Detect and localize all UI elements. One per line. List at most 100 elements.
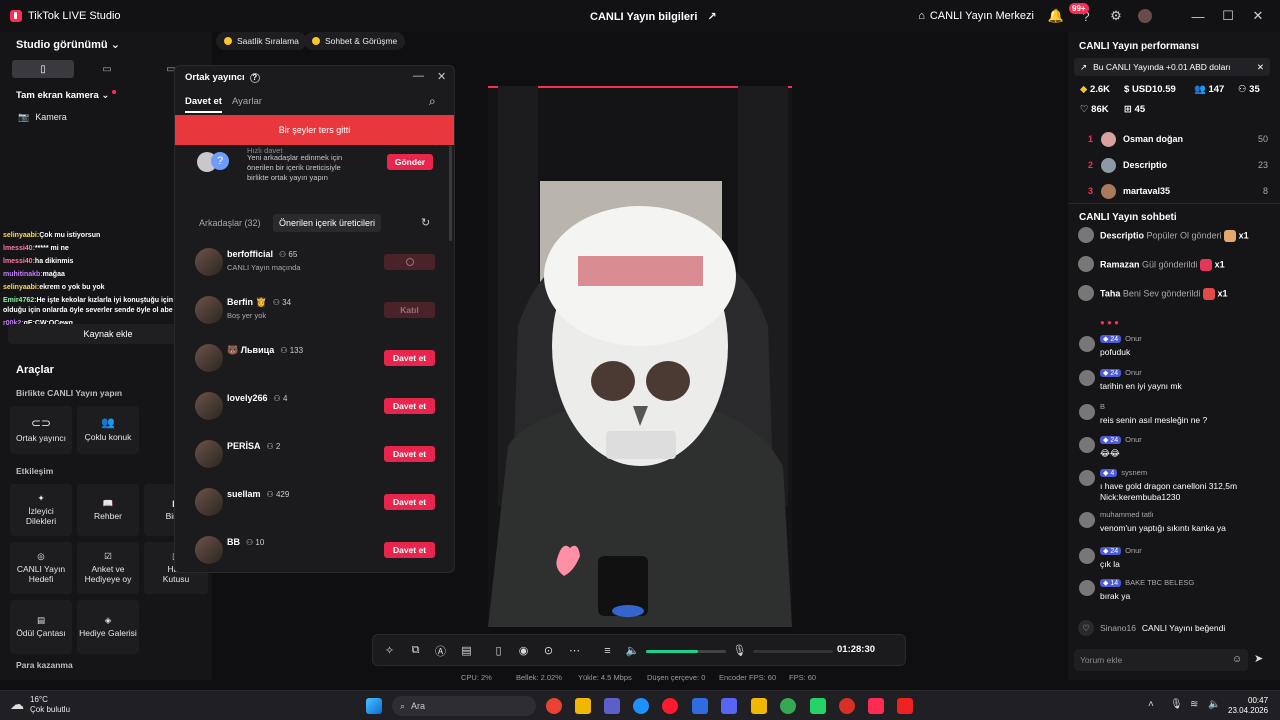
comment-user[interactable]: Onur [1125,546,1142,555]
live-goal-tool[interactable]: ◎ CANLI Yayın Hedefi [10,542,72,594]
youtube-icon[interactable] [897,698,913,714]
discord-icon[interactable] [721,698,737,714]
record-icon[interactable]: ◉ [517,644,530,657]
loading-button[interactable] [384,254,435,270]
chat-call-pill[interactable]: Sohbet & Görüşme [304,32,406,50]
tray-chevron-icon[interactable]: ˄ [1148,699,1154,710]
speaker-icon[interactable]: 🔈 [626,644,640,657]
search-icon[interactable]: ⌕ [429,94,436,109]
volume-tray-icon[interactable]: 🔈 [1208,699,1220,710]
comment-user[interactable]: BAKE TBC BELESG [1125,578,1194,587]
avatar[interactable] [1079,548,1095,564]
ai-icon[interactable]: Ⓐ [434,644,447,658]
edge-icon[interactable] [633,698,649,714]
creator-avatar[interactable] [195,344,223,372]
avatar[interactable] [1079,370,1095,386]
info-icon[interactable]: ? [249,72,260,83]
live-info-title[interactable]: CANLI Yayın bilgileri ↗ [590,10,717,24]
ranking-row[interactable]: 3 martaval35 8 [1082,184,1268,200]
tab-invite[interactable]: Davet et [185,96,222,113]
mic-tray-icon[interactable]: 🎙 [1170,699,1183,710]
transform-icon[interactable]: ⧉ [409,644,422,657]
poll-tool[interactable]: ☑ Anket ve Hediyeye oy [77,542,139,594]
gear-icon[interactable]: ⚙ [1108,8,1124,24]
close-icon[interactable]: ✕ [1250,8,1266,24]
camera-source[interactable]: 📷 Kamera [18,112,67,123]
avatar[interactable] [1079,580,1095,596]
creator-avatar[interactable] [195,440,223,468]
more-icon[interactable]: ⋯ [568,644,581,657]
mic-slider[interactable] [753,650,833,653]
chrome-icon[interactable] [546,698,562,714]
reward-bag-tool[interactable]: ▤ Ödül Çantası [10,600,72,654]
teams-icon[interactable] [604,698,620,714]
tab-settings[interactable]: Ayarlar [232,96,262,107]
weather-widget[interactable]: ☁ 16°C Çok bulutlu [10,695,70,714]
avatar[interactable] [1079,512,1095,528]
avatar[interactable] [1079,336,1095,352]
invite-button[interactable]: Davet et [384,398,435,414]
windows-start-icon[interactable] [366,698,382,714]
explorer-icon[interactable] [751,698,767,714]
landscape-layout-tab[interactable]: ▭ [76,60,138,78]
studio-view-dropdown[interactable]: Studio görünümü ⌄ [16,38,120,51]
scrollbar[interactable] [449,146,452,241]
phone-icon[interactable]: ▯ [492,644,505,657]
invite-button[interactable]: Davet et [384,446,435,462]
multi-guest-tool[interactable]: 👥 Çoklu konuk [77,406,139,454]
refresh-icon[interactable]: ↻ [421,216,430,229]
taskbar-search[interactable]: ⌕ Ara [392,696,536,716]
sliders-icon[interactable]: ≡ [601,644,614,657]
comment-user[interactable]: B [1100,402,1105,411]
opera-icon[interactable] [662,698,678,714]
creator-avatar[interactable] [195,248,223,276]
avatar[interactable] [1079,470,1095,486]
avatar[interactable] [1079,404,1095,420]
creator-avatar[interactable] [195,488,223,516]
app-icon[interactable] [839,698,855,714]
join-button[interactable]: Katıl [384,302,435,318]
portrait-layout-tab[interactable]: ▯ [12,60,74,78]
minimize-icon[interactable]: — [1190,8,1206,24]
comment-user[interactable]: Onur [1125,435,1142,444]
invite-button[interactable]: Davet et [384,542,435,558]
creator-avatar[interactable] [195,392,223,420]
send-icon[interactable]: ➤ [1254,652,1263,665]
send-button[interactable]: Gönder [387,154,433,170]
live-center-button[interactable]: ⌂ CANLI Yayın Merkezi [918,10,1034,22]
invite-button[interactable]: Davet et [384,494,435,510]
minimize-icon[interactable]: — [413,70,424,82]
avatar[interactable] [1079,437,1095,453]
gift-gallery-tool[interactable]: ◈ Hediye Galerisi [77,600,139,654]
close-icon[interactable]: ✕ [437,70,446,83]
camera-settings-icon[interactable]: ⊙ [542,644,555,657]
tiktok-studio-icon[interactable] [868,698,884,714]
close-icon[interactable]: ✕ [1257,62,1264,73]
bell-icon[interactable]: 🔔 [1048,8,1064,24]
comment-user[interactable]: muhammed tatlı [1100,510,1154,519]
scene-dropdown[interactable]: Tam ekran kamera ⌄ [16,90,116,101]
comment-user[interactable]: sysnem [1121,468,1147,477]
guide-tool[interactable]: 📖 Rehber [77,484,139,536]
volume-slider[interactable] [646,650,726,653]
hourly-ranking-pill[interactable]: Saatlik Sıralama [216,32,307,50]
magic-icon[interactable]: ✧ [383,644,396,657]
comment-input[interactable]: Yorum ekle ☺ [1074,649,1248,671]
share-icon[interactable]: ↗ [707,10,716,23]
ranking-row[interactable]: 1 Osman doğan 50 [1082,132,1268,148]
mic-icon[interactable]: 🎙 [733,644,747,657]
emoji-icon[interactable]: ☺ [1232,654,1242,665]
whatsapp-icon[interactable] [810,698,826,714]
folder-icon[interactable] [575,698,591,714]
cohost-tool[interactable]: ⊂⊃ Ortak yayıncı [10,406,72,454]
maximize-icon[interactable]: ☐ [1220,8,1236,24]
clock[interactable]: 00:47 23.04.2026 [1228,696,1268,717]
comment-user[interactable]: Onur [1125,334,1142,343]
creator-avatar[interactable] [195,296,223,324]
wifi-icon[interactable]: ≋ [1190,699,1198,710]
ranking-row[interactable]: 2 Descriptio 23 [1082,158,1268,174]
avatar[interactable] [1138,9,1152,23]
frame-icon[interactable]: ▤ [460,644,473,657]
invite-button[interactable]: Davet et [384,350,435,366]
creator-avatar[interactable] [195,536,223,564]
